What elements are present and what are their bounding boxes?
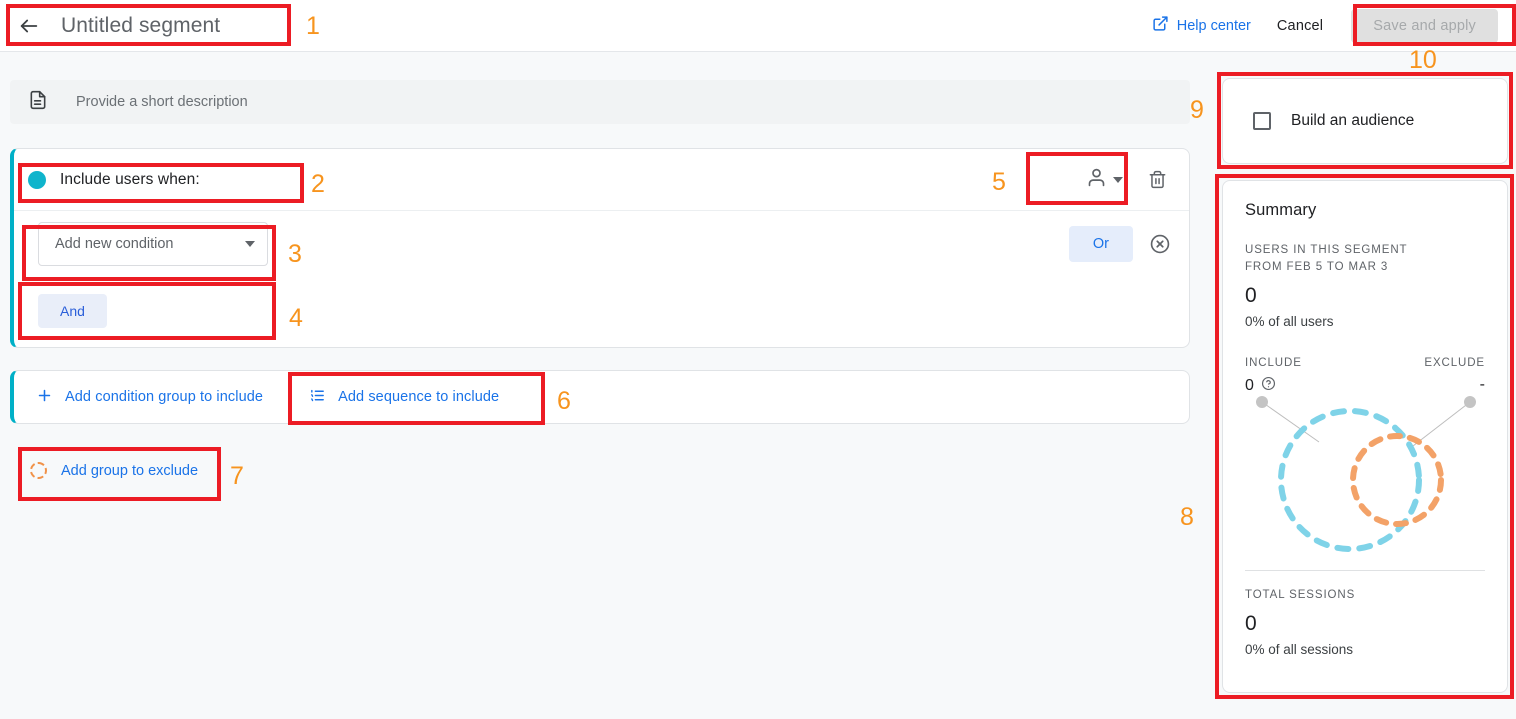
open-in-new-icon	[1152, 15, 1169, 36]
include-stat-label: INCLUDE	[1245, 357, 1302, 369]
add-group-to-exclude-label: Add group to exclude	[61, 462, 199, 479]
include-stat-value: 0	[1245, 377, 1254, 394]
description-placeholder: Provide a short description	[76, 94, 248, 110]
summary-panel: Summary USERS IN THIS SEGMENT FROM FEB 5…	[1222, 180, 1508, 693]
top-bar-actions: Help center Cancel Save and apply	[1152, 0, 1516, 51]
include-users-when-label: Include users when:	[60, 170, 200, 188]
annotation-number-7: 7	[230, 462, 244, 490]
include-card-header: Include users when:	[14, 149, 1189, 211]
users-in-segment-value: 0	[1245, 284, 1257, 307]
segment-builder-page: Untitled segment Help center Cancel Save…	[0, 0, 1516, 719]
help-center-link[interactable]: Help center	[1152, 15, 1251, 36]
add-condition-group-button[interactable]: Add condition group to include	[36, 387, 263, 408]
add-new-condition-select[interactable]: Add new condition	[38, 222, 268, 266]
help-circle-icon[interactable]	[1261, 376, 1276, 396]
document-icon	[28, 89, 48, 116]
ordered-list-icon	[309, 387, 326, 408]
chevron-down-icon	[1113, 176, 1123, 183]
total-sessions-block: TOTAL SESSIONS 0 0% of all sessions	[1245, 587, 1485, 657]
top-app-bar: Untitled segment Help center Cancel Save…	[0, 0, 1516, 52]
add-sequence-button[interactable]: Add sequence to include	[309, 387, 499, 408]
build-audience-label: Build an audience	[1291, 112, 1415, 129]
annotation-number-9: 9	[1190, 96, 1204, 124]
build-audience-card[interactable]: Build an audience	[1222, 78, 1508, 164]
segment-description-field[interactable]: Provide a short description	[10, 80, 1190, 124]
add-condition-group-label: Add condition group to include	[65, 389, 264, 405]
save-and-apply-button[interactable]: Save and apply	[1351, 8, 1498, 43]
chevron-down-icon	[245, 241, 255, 247]
users-in-segment-label: USERS IN THIS SEGMENT FROM FEB 5 TO MAR …	[1245, 242, 1485, 276]
total-sessions-label: TOTAL SESSIONS	[1245, 589, 1356, 601]
exclude-stat: EXCLUDE -	[1424, 357, 1485, 394]
plus-icon	[36, 387, 53, 408]
exclude-stat-value: -	[1479, 376, 1485, 393]
include-stat-value-row: 0	[1245, 376, 1302, 396]
users-percent-of-all: 0% of all users	[1245, 314, 1334, 329]
checkbox-unchecked-icon[interactable]	[1253, 112, 1271, 130]
and-row: And	[14, 277, 1189, 345]
annotation-number-8: 8	[1180, 503, 1194, 531]
include-condition-card: Include users when: Add new condition Or…	[10, 148, 1190, 348]
close-circle-icon[interactable]	[1143, 227, 1177, 261]
total-sessions-value: 0	[1245, 612, 1257, 635]
delete-segment-block-button[interactable]	[1137, 160, 1177, 200]
segment-name-input[interactable]: Untitled segment	[61, 14, 220, 38]
add-group-bar: Add condition group to include Add seque…	[10, 370, 1190, 424]
help-center-label: Help center	[1176, 17, 1251, 34]
or-button[interactable]: Or	[1068, 226, 1133, 262]
include-scope-dot-icon	[28, 170, 46, 189]
and-button[interactable]: And	[38, 294, 107, 328]
users-label-line-1: USERS IN THIS SEGMENT	[1245, 244, 1408, 256]
back-arrow-icon[interactable]	[16, 13, 42, 39]
cancel-button[interactable]: Cancel	[1277, 18, 1323, 34]
total-sessions-percent: 0% of all sessions	[1245, 642, 1354, 657]
users-label-line-2: FROM FEB 5 TO MAR 3	[1245, 261, 1389, 273]
venn-diagram	[1256, 396, 1476, 552]
summary-title: Summary	[1245, 201, 1317, 219]
add-group-to-exclude-button[interactable]: Add group to exclude	[30, 462, 198, 479]
dashed-circle-icon	[30, 462, 47, 479]
include-card-header-actions	[1080, 160, 1177, 200]
person-icon	[1086, 167, 1107, 193]
condition-row: Add new condition Or	[14, 211, 1189, 277]
add-new-condition-placeholder: Add new condition	[55, 236, 174, 252]
summary-divider	[1245, 570, 1485, 571]
scope-selector[interactable]	[1080, 167, 1129, 193]
condition-row-actions: Or	[1068, 226, 1177, 262]
add-sequence-label: Add sequence to include	[338, 389, 500, 405]
include-stat: INCLUDE 0	[1245, 357, 1302, 396]
exclude-stat-label: EXCLUDE	[1424, 357, 1485, 369]
